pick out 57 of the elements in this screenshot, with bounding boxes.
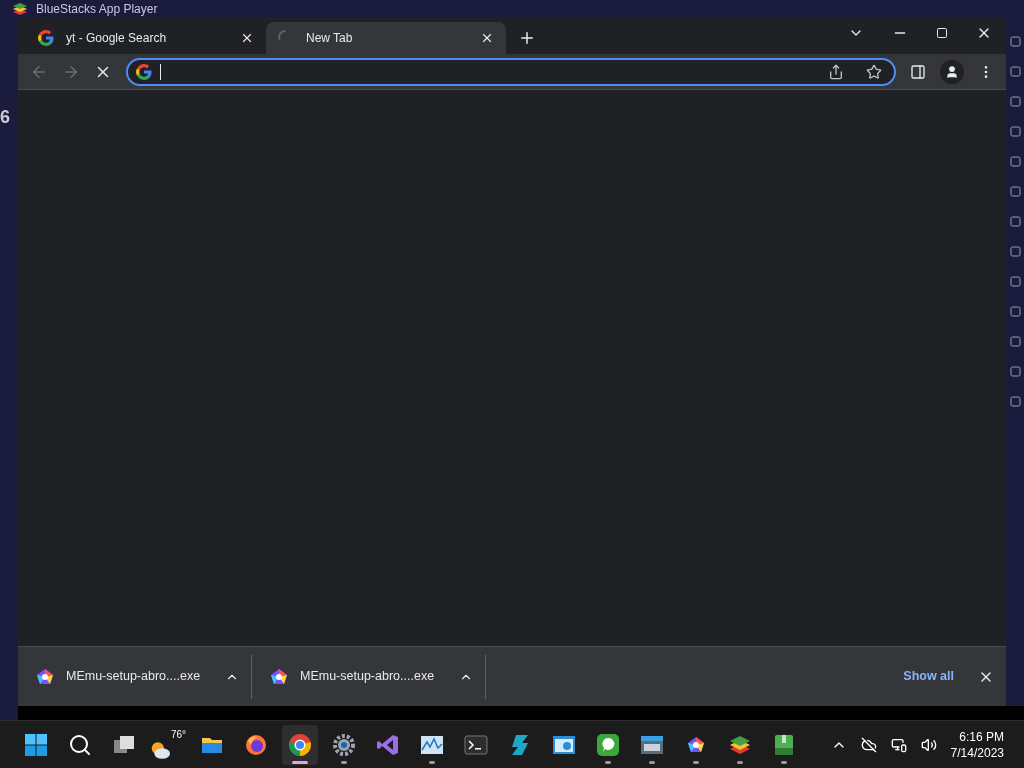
pentagon-app-icon [687, 735, 705, 754]
maximize-icon[interactable] [936, 27, 948, 39]
sidebar-tool-icon[interactable] [1009, 186, 1021, 197]
new-tab-icon[interactable] [518, 29, 536, 47]
side-panel-icon[interactable] [910, 63, 926, 80]
profile-icon [945, 64, 959, 79]
download-item[interactable]: MEmu-setup-abro....exe [18, 654, 252, 699]
background-text: 6 [0, 108, 11, 126]
sidebar-tool-icon[interactable] [1009, 216, 1021, 227]
search-icon [68, 732, 92, 757]
taskbar-button[interactable] [282, 724, 318, 765]
clock[interactable]: 6:16 PM 7/14/2023 [950, 728, 1004, 761]
cloud-off-icon[interactable] [860, 736, 877, 753]
chat-bubble-icon [596, 732, 620, 757]
clock-time: 6:16 PM [959, 728, 1004, 745]
chrome-icon [288, 732, 312, 757]
sidebar-tool-icon[interactable] [1009, 96, 1021, 107]
layers-logo-icon [12, 2, 28, 16]
sidebar-tool-icon[interactable] [1009, 306, 1021, 317]
tab-title: yt - Google Search [66, 30, 168, 47]
show-all-link[interactable]: Show all [903, 667, 954, 686]
download-filename: MEmu-setup-abro....exe [300, 668, 436, 686]
sidebar-tool-icon[interactable] [1009, 396, 1021, 407]
google-icon [136, 63, 152, 80]
pentagon-app-icon [36, 667, 54, 686]
clock-date: 7/14/2023 [950, 744, 1004, 761]
share-icon[interactable] [828, 63, 844, 80]
close-tab-icon[interactable] [240, 31, 254, 45]
pentagon-app-icon [270, 667, 288, 686]
close-tab-icon[interactable] [480, 31, 494, 45]
sidebar-tool-icon[interactable] [1009, 36, 1021, 47]
temperature-text: 76° [170, 729, 186, 740]
bookmark-star-icon[interactable] [866, 63, 882, 80]
browser-tab[interactable]: New Tab [266, 22, 506, 54]
profile-button[interactable] [940, 59, 964, 84]
google-icon [38, 30, 54, 46]
background-window-title: BlueStacks App Player [36, 3, 158, 15]
sidebar-tool-icon[interactable] [1009, 66, 1021, 77]
loading-spinner-icon [278, 30, 286, 41]
sun-cloud-icon [150, 739, 171, 760]
sidebar-tool-icon[interactable] [1009, 276, 1021, 287]
tab-title: New Tab [306, 30, 354, 47]
sidebar-tool-icon[interactable] [1009, 336, 1021, 347]
sidebar-tool-icon[interactable] [1009, 366, 1021, 377]
download-item[interactable]: MEmu-setup-abro....exe [252, 654, 486, 699]
network-icon[interactable] [890, 736, 907, 753]
volume-icon[interactable] [920, 736, 937, 753]
ribbon-logo-icon [376, 732, 400, 757]
fox-globe-icon [244, 732, 268, 757]
sidebar-tool-icon[interactable] [1009, 126, 1021, 137]
sidebar-tool-icon[interactable] [1009, 156, 1021, 167]
sidebar-tool-icon[interactable] [1009, 246, 1021, 257]
windows-logo-icon [24, 732, 48, 757]
gear-icon [332, 732, 356, 757]
download-filename: MEmu-setup-abro....exe [66, 668, 202, 686]
address-bar[interactable] [126, 57, 896, 86]
terminal-icon [464, 732, 488, 757]
